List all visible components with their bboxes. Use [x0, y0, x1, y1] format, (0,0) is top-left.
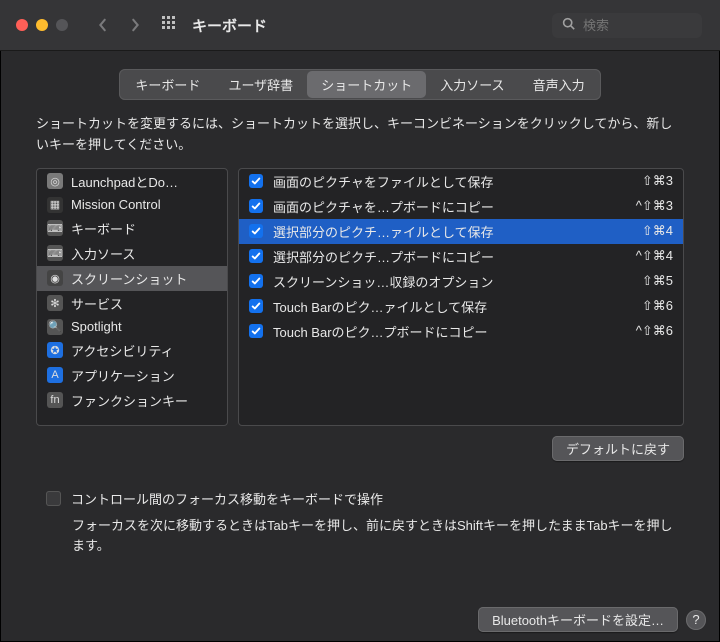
tab-strip: キーボードユーザ辞書ショートカット入力ソース音声入力: [0, 51, 720, 114]
close-icon[interactable]: [16, 19, 28, 31]
shortcut-label: スクリーンショッ…収録のオプション: [273, 272, 632, 291]
help-button[interactable]: ?: [686, 610, 706, 630]
shortcut-row[interactable]: スクリーンショッ…収録のオプション ⇧⌘5: [239, 269, 683, 294]
shortcut-keys[interactable]: ⇧⌘5: [642, 273, 673, 289]
shortcut-row[interactable]: 選択部分のピクチ…ァイルとして保存 ⇧⌘4: [239, 219, 683, 244]
back-button[interactable]: [96, 18, 110, 32]
shortcut-row[interactable]: 選択部分のピクチ…プボードにコピー ^⇧⌘4: [239, 244, 683, 269]
sidebar-item-screenshot[interactable]: ◉ スクリーンショット: [37, 266, 227, 291]
category-sidebar[interactable]: ◎ LaunchpadとDo… ▦ Mission Control ⌨ キーボード ⌨ 入力ソ…: [36, 168, 228, 426]
sidebar-item-mission[interactable]: ▦ Mission Control: [37, 194, 227, 216]
sidebar-item-launchpad[interactable]: ◎ LaunchpadとDo…: [37, 169, 227, 194]
sidebar-item-label: スクリーンショット: [71, 269, 187, 288]
zoom-icon[interactable]: [56, 19, 68, 31]
sidebar-item-spotlight[interactable]: 🔍 Spotlight: [37, 316, 227, 338]
tab-4[interactable]: 音声入力: [519, 71, 599, 98]
shortcut-checkbox[interactable]: [249, 324, 263, 338]
launchpad-icon: ◎: [47, 173, 63, 189]
minimize-icon[interactable]: [36, 19, 48, 31]
window-controls: [16, 19, 68, 31]
titlebar: キーボード: [0, 0, 720, 51]
shortcut-checkbox[interactable]: [249, 174, 263, 188]
keyboard-navigation-checkbox[interactable]: コントロール間のフォーカス移動をキーボードで操作: [46, 489, 674, 508]
page-title: キーボード: [192, 15, 267, 36]
shortcut-keys[interactable]: ^⇧⌘4: [636, 248, 673, 264]
fn-icon: fn: [47, 392, 63, 408]
tab-0[interactable]: キーボード: [121, 71, 214, 98]
apps-icon: A: [47, 367, 63, 383]
sidebar-item-label: ファンクションキー: [71, 391, 188, 410]
shortcut-label: Touch Barのピク…ァイルとして保存: [273, 297, 632, 316]
shortcut-keys[interactable]: ⇧⌘3: [642, 173, 673, 189]
shortcut-checkbox[interactable]: [249, 274, 263, 288]
sidebar-item-label: 入力ソース: [71, 244, 135, 263]
shortcut-checkbox[interactable]: [249, 224, 263, 238]
shortcut-label: Touch Barのピク…プボードにコピー: [273, 322, 626, 341]
input-src-icon: ⌨: [47, 245, 63, 261]
sidebar-item-apps[interactable]: A アプリケーション: [37, 363, 227, 388]
shortcut-list[interactable]: 画面のピクチャをファイルとして保存 ⇧⌘3 画面のピクチャを…プボードにコピー ^⇧⌘…: [238, 168, 684, 426]
shortcut-label: 画面のピクチャをファイルとして保存: [273, 172, 632, 191]
sidebar-item-keyboard[interactable]: ⌨ キーボード: [37, 216, 227, 241]
tab-3[interactable]: 入力ソース: [426, 71, 518, 98]
spotlight-icon: 🔍: [47, 319, 63, 335]
sidebar-item-label: アクセシビリティ: [71, 341, 174, 360]
restore-defaults-button[interactable]: デフォルトに戻す: [552, 436, 684, 461]
shortcut-label: 画面のピクチャを…プボードにコピー: [273, 197, 626, 216]
keyboard-prefs-window: キーボード キーボードユーザ辞書ショートカット入力ソース音声入力 ショートカット…: [0, 0, 720, 642]
screenshot-icon: ◉: [47, 270, 63, 286]
keyboard-navigation-help: フォーカスを次に移動するときはTabキーを押し、前に戻すときはShiftキーを押…: [46, 508, 674, 558]
search-input[interactable]: [581, 17, 692, 34]
shortcut-keys[interactable]: ^⇧⌘6: [636, 323, 673, 339]
shortcut-checkbox[interactable]: [249, 199, 263, 213]
sidebar-item-services[interactable]: ✻ サービス: [37, 291, 227, 316]
services-icon: ✻: [47, 295, 63, 311]
instructions-text: ショートカットを変更するには、ショートカットを選択し、キーコンビネーションをクリ…: [0, 114, 720, 168]
shortcut-label: 選択部分のピクチ…プボードにコピー: [273, 247, 626, 266]
shortcut-row[interactable]: Touch Barのピク…ァイルとして保存 ⇧⌘6: [239, 294, 683, 319]
shortcut-checkbox[interactable]: [249, 299, 263, 313]
shortcut-checkbox[interactable]: [249, 249, 263, 263]
sidebar-item-label: サービス: [71, 294, 123, 313]
mission-icon: ▦: [47, 197, 63, 213]
sidebar-item-label: Spotlight: [71, 319, 122, 334]
shortcut-row[interactable]: Touch Barのピク…プボードにコピー ^⇧⌘6: [239, 319, 683, 344]
forward-button[interactable]: [128, 18, 142, 32]
sidebar-item-label: LaunchpadとDo…: [71, 172, 178, 191]
shortcut-keys[interactable]: ⇧⌘6: [642, 298, 673, 314]
keyboard-icon: ⌨: [47, 220, 63, 236]
sidebar-item-label: Mission Control: [71, 197, 161, 212]
shortcut-row[interactable]: 画面のピクチャをファイルとして保存 ⇧⌘3: [239, 169, 683, 194]
checkbox-icon: [46, 491, 61, 506]
sidebar-item-fn[interactable]: fn ファンクションキー: [37, 388, 227, 413]
shortcut-keys[interactable]: ⇧⌘4: [642, 223, 673, 239]
search-field[interactable]: [552, 13, 702, 38]
sidebar-item-input-src[interactable]: ⌨ 入力ソース: [37, 241, 227, 266]
bluetooth-keyboard-button[interactable]: Bluetoothキーボードを設定…: [478, 607, 678, 632]
sidebar-item-label: アプリケーション: [71, 366, 175, 385]
tab-2[interactable]: ショートカット: [307, 71, 426, 98]
sidebar-item-label: キーボード: [71, 219, 136, 238]
show-all-icon[interactable]: [162, 16, 178, 35]
a11y-icon: ✪: [47, 342, 63, 358]
tab-1[interactable]: ユーザ辞書: [214, 71, 307, 98]
search-icon: [562, 17, 575, 33]
keyboard-navigation-label: コントロール間のフォーカス移動をキーボードで操作: [71, 489, 383, 508]
shortcut-keys[interactable]: ^⇧⌘3: [636, 198, 673, 214]
sidebar-item-a11y[interactable]: ✪ アクセシビリティ: [37, 338, 227, 363]
shortcut-row[interactable]: 画面のピクチャを…プボードにコピー ^⇧⌘3: [239, 194, 683, 219]
shortcut-label: 選択部分のピクチ…ァイルとして保存: [273, 222, 632, 241]
